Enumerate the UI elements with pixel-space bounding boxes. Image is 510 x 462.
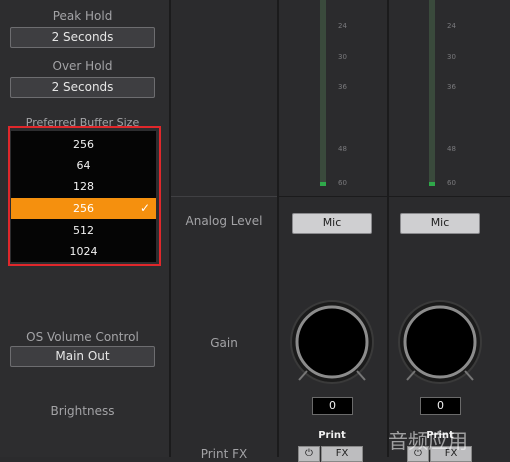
peak-hold-label: Peak Hold <box>52 9 113 23</box>
scale-label: 30 <box>447 53 456 61</box>
gain-knob[interactable] <box>287 296 377 388</box>
meter-scale: 24 30 36 48 60 <box>439 0 459 190</box>
scale-label: 36 <box>338 83 347 91</box>
over-hold-label: Over Hold <box>52 59 113 73</box>
divider <box>387 0 389 457</box>
mic-button[interactable]: Mic <box>292 213 372 234</box>
os-volume-label: OS Volume Control <box>26 330 139 344</box>
highlight-box <box>8 126 161 266</box>
scale-label: 36 <box>447 83 456 91</box>
row-separator <box>279 196 510 197</box>
watermark: 音频应用 <box>388 429 468 453</box>
gain-knob[interactable] <box>395 296 485 388</box>
scale-label: 24 <box>338 22 347 30</box>
mic-button[interactable]: Mic <box>400 213 480 234</box>
scale-label: 60 <box>338 179 347 187</box>
meter-scale: 24 30 36 48 60 <box>330 0 350 190</box>
analog-level-label: Analog Level <box>185 214 263 228</box>
meter-fill <box>320 182 326 186</box>
scale-label: 24 <box>447 22 456 30</box>
fx-button[interactable]: FX <box>321 446 363 462</box>
gain-value[interactable]: 0 <box>420 397 461 415</box>
level-meter <box>429 0 435 186</box>
scale-label: 48 <box>447 145 456 153</box>
power-icon[interactable]: ⏻ <box>298 446 320 462</box>
divider <box>169 0 171 457</box>
scale-label: 48 <box>338 145 347 153</box>
divider <box>277 0 279 457</box>
gain-label: Gain <box>210 336 238 350</box>
print-fx-label: Print FX <box>200 447 248 461</box>
brightness-label: Brightness <box>50 404 115 418</box>
scale-label: 60 <box>447 179 456 187</box>
row-separator <box>171 196 277 197</box>
over-hold-dropdown[interactable]: 2 Seconds <box>10 77 155 98</box>
os-volume-dropdown[interactable]: Main Out <box>10 346 155 367</box>
meter-fill <box>429 182 435 186</box>
scale-label: 30 <box>338 53 347 61</box>
peak-hold-dropdown[interactable]: 2 Seconds <box>10 27 155 48</box>
gain-value[interactable]: 0 <box>312 397 353 415</box>
level-meter <box>320 0 326 186</box>
print-label: Print <box>318 430 346 441</box>
